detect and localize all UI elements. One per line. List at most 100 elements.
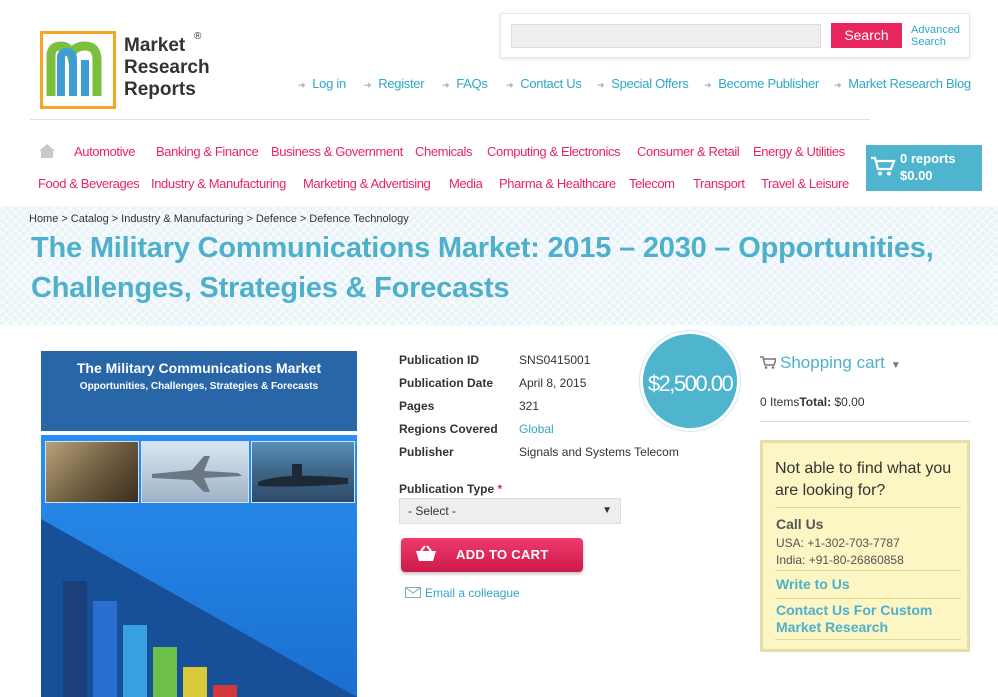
arrow-icon: ➜: [704, 80, 712, 90]
cover-subtitle: Opportunities, Challenges, Strategies & …: [79, 381, 319, 392]
category-transport[interactable]: Transport: [693, 176, 745, 191]
shopping-cart-title: Shopping cart: [780, 353, 885, 372]
publication-date-label: Publication Date: [399, 376, 494, 390]
shopping-cart-summary: 0 ItemsTotal: $0.00: [760, 395, 865, 409]
category-telecom[interactable]: Telecom: [629, 176, 675, 191]
blog-label: Market Research Blog: [848, 76, 971, 91]
arrow-icon: ➜: [597, 80, 605, 90]
help-divider: [775, 598, 961, 599]
submarine-icon: [258, 464, 348, 487]
breadcrumb-catalog[interactable]: Catalog: [71, 213, 109, 225]
required-marker: *: [497, 482, 503, 496]
mini-cart-reports: 0 reports: [900, 151, 956, 166]
register-label: Register: [378, 76, 425, 91]
pages-value: 321: [519, 399, 540, 413]
contact-us-label: Contact Us: [520, 76, 582, 91]
report-cover-image: The Military Communications Market Oppor…: [41, 351, 357, 697]
category-business-government[interactable]: Business & Government: [271, 144, 403, 159]
register-link[interactable]: ➜ Register: [364, 76, 425, 91]
logo-line-2: Research: [124, 57, 210, 78]
publication-type-label: Publication Type *: [399, 482, 502, 496]
category-chemicals[interactable]: Chemicals: [415, 144, 472, 159]
advanced-search-link[interactable]: Advanced Search: [911, 24, 969, 48]
special-offers-label: Special Offers: [611, 76, 689, 91]
page-title: The Military Communications Market: 2015…: [31, 232, 934, 304]
breadcrumb-defence-technology[interactable]: Defence Technology: [309, 213, 408, 225]
category-automotive[interactable]: Automotive: [74, 144, 135, 159]
login-link[interactable]: ➜ Log in: [298, 76, 346, 91]
dropdown-caret-icon: ▼: [602, 505, 612, 516]
blog-link[interactable]: ➜ Market Research Blog: [834, 76, 971, 91]
breadcrumb-defence[interactable]: Defence: [256, 213, 297, 225]
publication-type-select[interactable]: - Select - ▼: [399, 498, 621, 524]
help-box: Not able to find what you are looking fo…: [760, 440, 970, 652]
logo-line-3: Reports: [124, 79, 196, 100]
faqs-label: FAQs: [456, 76, 488, 91]
category-travel-leisure[interactable]: Travel & Leisure: [761, 176, 849, 191]
category-marketing-advertising[interactable]: Marketing & Advertising: [303, 176, 431, 191]
category-pharma-healthcare[interactable]: Pharma & Healthcare: [499, 176, 616, 191]
price-badge: $2,500.00: [640, 331, 740, 431]
help-divider: [775, 570, 961, 571]
search-input[interactable]: [511, 24, 821, 48]
fighter-jet-photo: [141, 441, 249, 503]
cart-items-count: 0 Items: [760, 395, 800, 409]
cover-bar: [213, 685, 237, 697]
add-to-cart-label: ADD TO CART: [456, 547, 549, 562]
cover-header: The Military Communications Market Oppor…: [41, 351, 357, 431]
breadcrumb-home[interactable]: Home: [29, 213, 58, 225]
search-button[interactable]: Search: [831, 23, 902, 48]
special-offers-link[interactable]: ➜ Special Offers: [597, 76, 689, 91]
home-icon[interactable]: [38, 143, 56, 159]
contact-us-link[interactable]: ➜ Contact Us: [506, 76, 582, 91]
basket-icon: [416, 545, 436, 561]
breadcrumb-separator: >: [299, 213, 307, 225]
logo-mark: [40, 31, 116, 109]
email-colleague-link[interactable]: Email a colleague: [405, 586, 520, 600]
category-energy-utilities[interactable]: Energy & Utilities: [753, 144, 845, 159]
arrow-icon: ➜: [506, 80, 514, 90]
call-us-heading: Call Us: [776, 516, 824, 532]
pages-label: Pages: [399, 399, 435, 413]
category-consumer-retail[interactable]: Consumer & Retail: [637, 144, 740, 159]
cover-title: The Military Communications Market: [76, 360, 322, 376]
cover-bar: [123, 625, 147, 697]
category-industry-manufacturing[interactable]: Industry & Manufacturing: [151, 176, 286, 191]
become-publisher-link[interactable]: ➜ Become Publisher: [704, 76, 819, 91]
publication-type-selected: - Select -: [408, 504, 457, 518]
logo-wordmark: Market Research Reports: [124, 35, 210, 101]
site-logo[interactable]: Market Research Reports ®: [40, 31, 220, 111]
breadcrumb-industry[interactable]: Industry & Manufacturing: [121, 213, 243, 225]
custom-research-link[interactable]: Contact Us For Custom Market Research: [776, 602, 956, 636]
publication-id-label: Publication ID: [399, 353, 480, 367]
regions-value-link[interactable]: Global: [519, 422, 554, 436]
arrow-icon: ➜: [834, 80, 842, 90]
search-panel: Search Advanced Search: [500, 13, 970, 58]
add-to-cart-button[interactable]: ADD TO CART: [401, 538, 583, 572]
write-to-us-link[interactable]: Write to Us: [776, 576, 850, 593]
registered-mark: ®: [194, 31, 202, 42]
category-banking-finance[interactable]: Banking & Finance: [156, 144, 259, 159]
breadcrumb-separator: >: [111, 213, 119, 225]
mini-cart[interactable]: 0 reports $0.00: [866, 145, 982, 191]
publisher-label: Publisher: [399, 445, 454, 459]
faqs-link[interactable]: ➜ FAQs: [442, 76, 488, 91]
category-food-beverages[interactable]: Food & Beverages: [38, 176, 140, 191]
category-computing-electronics[interactable]: Computing & Electronics: [487, 144, 621, 159]
breadcrumb: Home > Catalog > Industry & Manufacturing > De…: [29, 213, 409, 225]
publication-id-value: SNS0415001: [519, 353, 591, 367]
header-divider: [30, 119, 870, 120]
cart-total-value: $0.00: [834, 395, 865, 409]
chevron-down-icon: ▼: [890, 360, 901, 371]
help-divider: [775, 507, 961, 508]
category-media[interactable]: Media: [449, 176, 483, 191]
top-links: ➜ Log in ➜ Register ➜ FAQs ➜ Contact Us ➜ Spe…: [298, 76, 978, 94]
help-divider: [775, 639, 961, 640]
envelope-icon: [405, 587, 421, 598]
usa-phone: USA: +1-302-703-7787: [776, 536, 900, 550]
shopping-cart-header[interactable]: Shopping cart ▼: [760, 353, 901, 373]
login-label: Log in: [312, 76, 346, 91]
cover-bar: [63, 581, 87, 697]
breadcrumb-separator: >: [61, 213, 68, 225]
logo-m-icon: [46, 41, 102, 96]
